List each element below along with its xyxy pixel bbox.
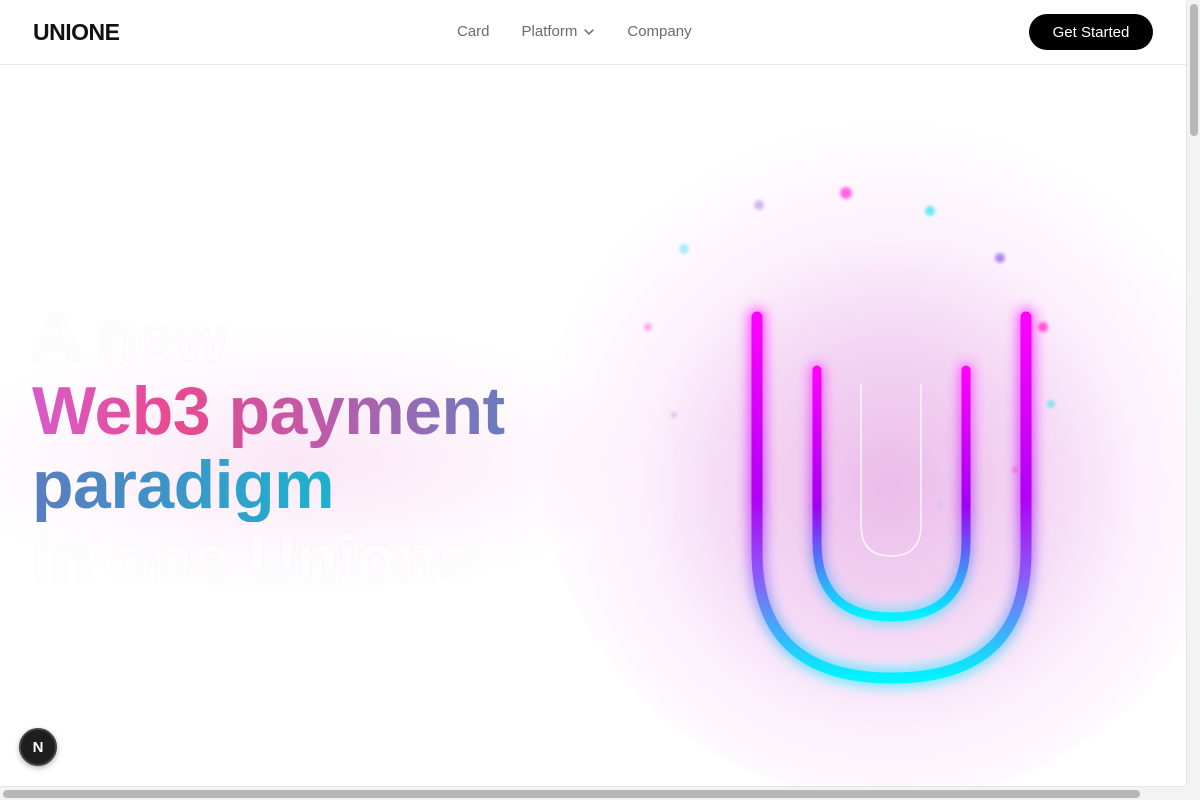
logo[interactable]: UNIONE <box>33 19 120 46</box>
main-nav: Card Platform Company <box>457 23 692 40</box>
nav-item-label: Card <box>457 23 490 40</box>
page: UNIONE Card Platform Company Get Started… <box>0 0 1186 786</box>
nav-item-platform[interactable]: Platform <box>522 23 596 40</box>
nav-item-company[interactable]: Company <box>627 23 691 40</box>
unione-u-logo-graphic <box>644 187 1055 688</box>
u-inner-glow <box>810 363 973 625</box>
vertical-scroll-thumb[interactable] <box>1190 4 1198 136</box>
nextjs-dev-badge[interactable]: N <box>19 728 57 766</box>
chevron-down-icon <box>584 28 595 35</box>
vertical-scrollbar[interactable] <box>1186 0 1200 786</box>
badge-letter: N <box>32 738 44 756</box>
u-inner-stroke <box>812 365 971 622</box>
nav-item-label: Platform <box>521 23 578 40</box>
particles <box>644 187 1055 508</box>
headline-line-faded-bottom: in one Unione <box>32 521 476 597</box>
headline-line-2: paradigm <box>32 448 505 522</box>
site-header: UNIONE Card Platform Company Get Started <box>0 0 1186 65</box>
u-core-outline <box>860 384 922 557</box>
headline-line-faded-top: A new <box>32 299 228 375</box>
scrollbar-corner <box>1186 786 1200 800</box>
hero-headline: A new Web3 payment paradigm in one Union… <box>32 300 505 596</box>
headline-line-1: Web3 payment <box>32 373 505 449</box>
nav-item-label: Company <box>627 23 692 40</box>
horizontal-scroll-thumb[interactable] <box>3 790 1140 798</box>
nav-item-card[interactable]: Card <box>457 23 490 40</box>
get-started-button[interactable]: Get Started <box>1029 14 1153 50</box>
horizontal-scrollbar[interactable] <box>0 786 1186 800</box>
